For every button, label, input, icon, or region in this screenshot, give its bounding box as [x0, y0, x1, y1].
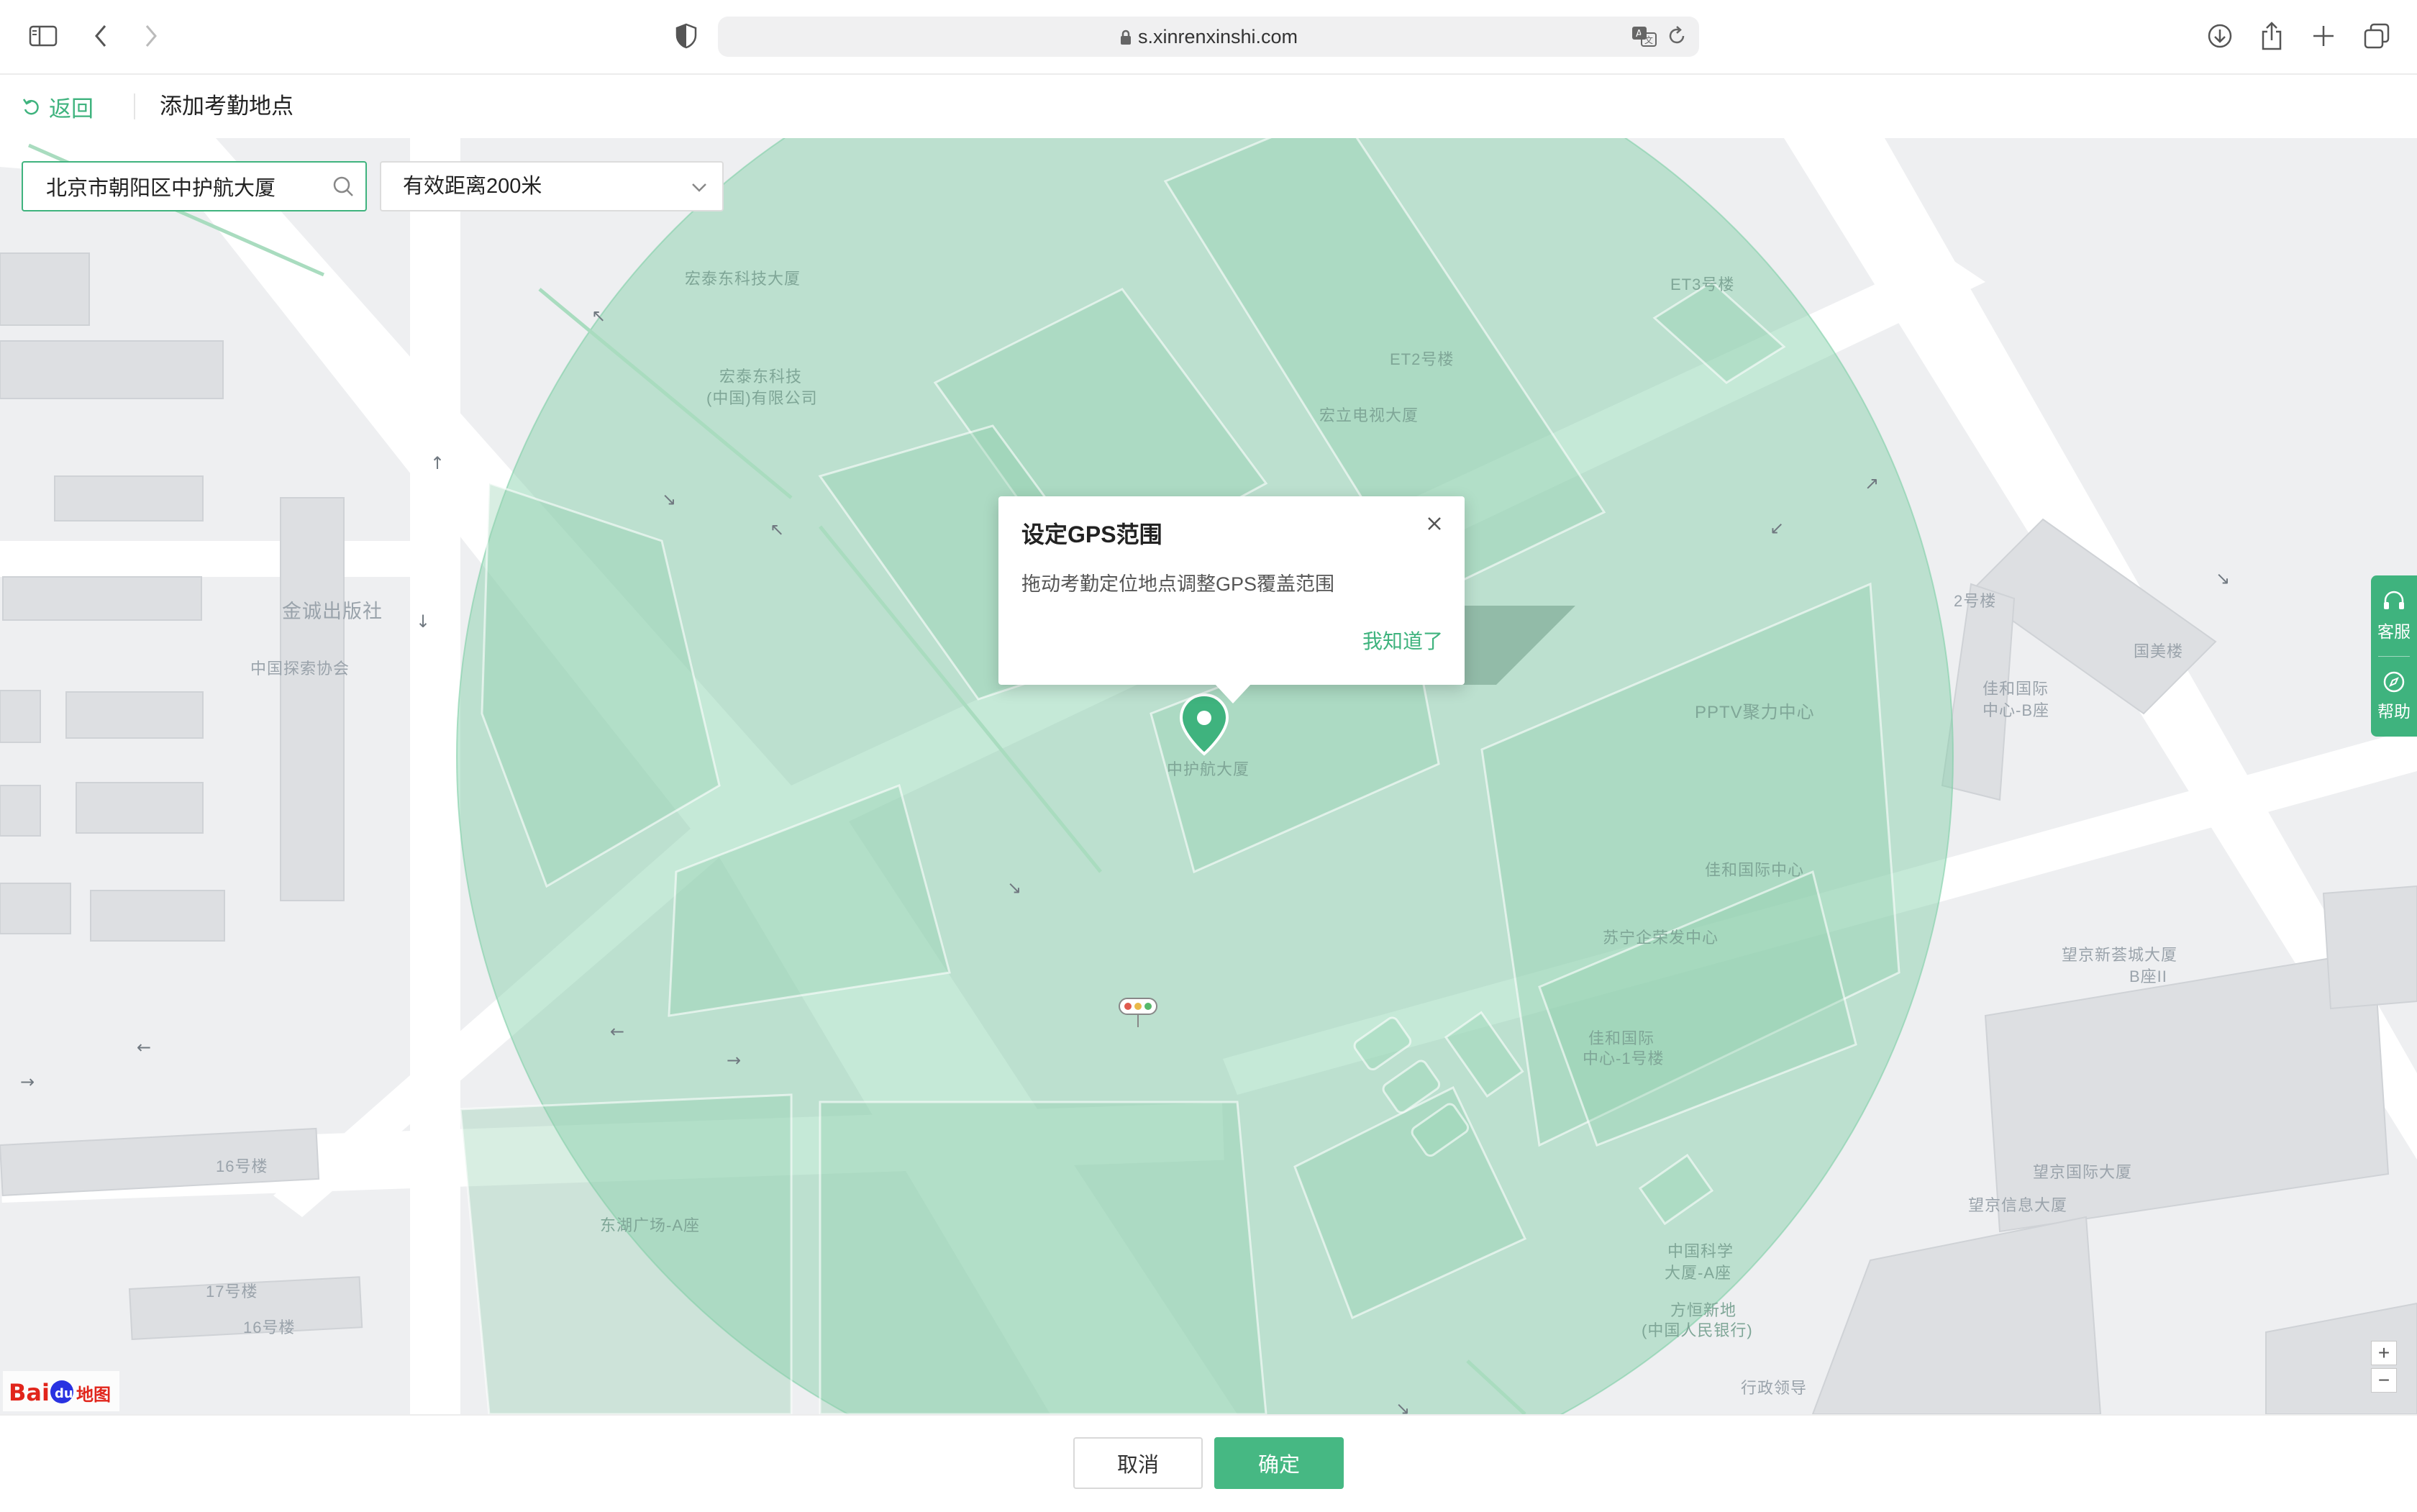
tabs-overview-icon[interactable] — [2359, 19, 2394, 53]
undo-icon — [22, 99, 39, 115]
svg-text:↖: ↖ — [591, 306, 606, 326]
svg-text:↓: ↓ — [416, 611, 430, 632]
svg-text:Bai: Bai — [9, 1379, 50, 1406]
map-label: 佳和国际中心 — [1705, 861, 1805, 879]
svg-text:地图: 地图 — [76, 1385, 111, 1405]
map-label: 中心-B座 — [1983, 701, 2050, 719]
search-input[interactable] — [23, 163, 334, 210]
footer-actions: 取消 确定 — [0, 1414, 2417, 1512]
map-canvas[interactable]: ↖ ↑ ↘ ↖ ↓ ↘ ← → ← → ↙ ↗ ↘ ↘ 宏泰东科技大厦 宏泰东科… — [0, 138, 2417, 1414]
svg-text:←: ← — [610, 1021, 624, 1042]
chevron-down-icon — [689, 177, 709, 197]
svg-text:↑: ↑ — [430, 453, 445, 473]
back-label: 返回 — [49, 96, 94, 122]
svg-text:↗: ↗ — [1865, 473, 1879, 493]
side-tools-divider — [2378, 656, 2410, 657]
tip-arrow — [1214, 683, 1252, 703]
zoom-in-button[interactable]: + — [2371, 1341, 2397, 1365]
map-label: 大厦-A座 — [1665, 1264, 1732, 1282]
svg-text:↙: ↙ — [1770, 518, 1784, 538]
map-label: ET2号楼 — [1390, 350, 1455, 368]
compass-icon — [2383, 671, 2405, 693]
tip-description: 拖动考勤定位地点调整GPS覆盖范围 — [1021, 573, 1335, 595]
tip-title: 设定GPS范围 — [1021, 522, 1162, 547]
map-label: 中国探索协会 — [250, 660, 350, 678]
gps-range-tip: 设定GPS范围 拖动考勤定位地点调整GPS覆盖范围 我知道了 — [998, 496, 1465, 703]
map-label: 2号楼 — [1954, 592, 1997, 610]
map-label: 佳和国际 — [1983, 680, 2049, 698]
svg-text:↖: ↖ — [770, 519, 784, 539]
map-label: 宏立电视大厦 — [1319, 406, 1419, 424]
map-label: 16号楼 — [243, 1319, 296, 1336]
map-label: PPTV聚力中心 — [1695, 703, 1815, 722]
share-icon[interactable] — [2254, 19, 2289, 53]
map-label: 苏宁企荣发中心 — [1603, 929, 1719, 947]
svg-text:↘: ↘ — [662, 489, 676, 509]
svg-text:文: 文 — [1644, 35, 1653, 45]
browser-toolbar: s.xinrenxinshi.com A文 — [0, 0, 2417, 75]
map-label: ET3号楼 — [1670, 275, 1735, 293]
customer-service-label: 客服 — [2377, 622, 2411, 641]
confirm-button[interactable]: 确定 — [1214, 1437, 1344, 1489]
close-icon[interactable] — [1420, 509, 1449, 538]
map-label: 中国科学 — [1667, 1242, 1734, 1260]
search-icon[interactable] — [331, 174, 355, 199]
reload-icon[interactable] — [1666, 25, 1689, 48]
zoom-controls: + − — [2371, 1341, 2397, 1394]
map-label: (中国)有限公司 — [706, 389, 818, 407]
download-icon[interactable] — [2203, 19, 2237, 53]
svg-text:→: → — [727, 1050, 741, 1070]
map-label: 望京新荟城大厦 — [2062, 946, 2178, 964]
map-label: 金诚出版社 — [282, 601, 383, 622]
url-text: s.xinrenxinshi.com — [1137, 26, 1298, 47]
map-label: 中护航大厦 — [1167, 760, 1250, 778]
address-search — [22, 161, 367, 211]
page-title: 添加考勤地点 — [160, 94, 293, 119]
map-label: 东湖广场-A座 — [600, 1216, 701, 1234]
svg-text:→: → — [20, 1072, 35, 1092]
map-label: 行政领导 — [1741, 1379, 1808, 1397]
address-bar[interactable]: s.xinrenxinshi.com A文 — [718, 17, 1699, 57]
lock-icon — [1120, 29, 1131, 45]
svg-text:↘: ↘ — [2216, 568, 2230, 588]
got-it-button[interactable]: 我知道了 — [1362, 626, 1443, 655]
map-label: 望京国际大厦 — [2033, 1163, 2133, 1181]
map-label: 宏泰东科技大厦 — [685, 270, 801, 288]
map-label: 17号楼 — [206, 1283, 258, 1301]
forward-icon[interactable] — [134, 19, 168, 53]
svg-text:↘: ↘ — [1007, 878, 1021, 898]
header-divider — [134, 94, 135, 119]
distance-select-value: 有效距离200米 — [403, 175, 542, 198]
headset-icon — [2384, 591, 2404, 609]
distance-select[interactable]: 有效距离200米 — [380, 161, 724, 211]
map-label: 望京信息大厦 — [1968, 1196, 2068, 1214]
shield-icon[interactable] — [669, 19, 704, 53]
svg-text:du: du — [55, 1386, 73, 1401]
customer-service-button[interactable]: 客服 — [2371, 577, 2417, 655]
map-label: 中心-1号楼 — [1583, 1049, 1665, 1067]
side-tools: 客服 帮助 — [2371, 575, 2417, 737]
map-label: 宏泰东科技 — [719, 368, 803, 386]
map-label: 16号楼 — [216, 1157, 268, 1175]
map-label: B座II — [2129, 967, 2167, 985]
zoom-out-button[interactable]: − — [2371, 1368, 2397, 1393]
help-label: 帮助 — [2377, 702, 2411, 721]
help-button[interactable]: 帮助 — [2371, 657, 2417, 735]
back-icon[interactable] — [83, 19, 118, 53]
svg-text:←: ← — [137, 1037, 151, 1057]
app-header: 返回 添加考勤地点 — [0, 75, 2417, 138]
new-tab-icon[interactable] — [2306, 19, 2341, 53]
translate-icon[interactable]: A文 — [1631, 25, 1657, 48]
cancel-button[interactable]: 取消 — [1073, 1437, 1203, 1489]
map-label: (中国人民银行) — [1642, 1321, 1753, 1339]
baidu-map-logo: Bai du 地图 — [3, 1371, 119, 1411]
svg-text:↘: ↘ — [1396, 1398, 1410, 1414]
map-label: 国美楼 — [2134, 642, 2184, 660]
back-button[interactable]: 返回 — [22, 89, 94, 124]
sidebar-icon[interactable] — [26, 19, 60, 53]
